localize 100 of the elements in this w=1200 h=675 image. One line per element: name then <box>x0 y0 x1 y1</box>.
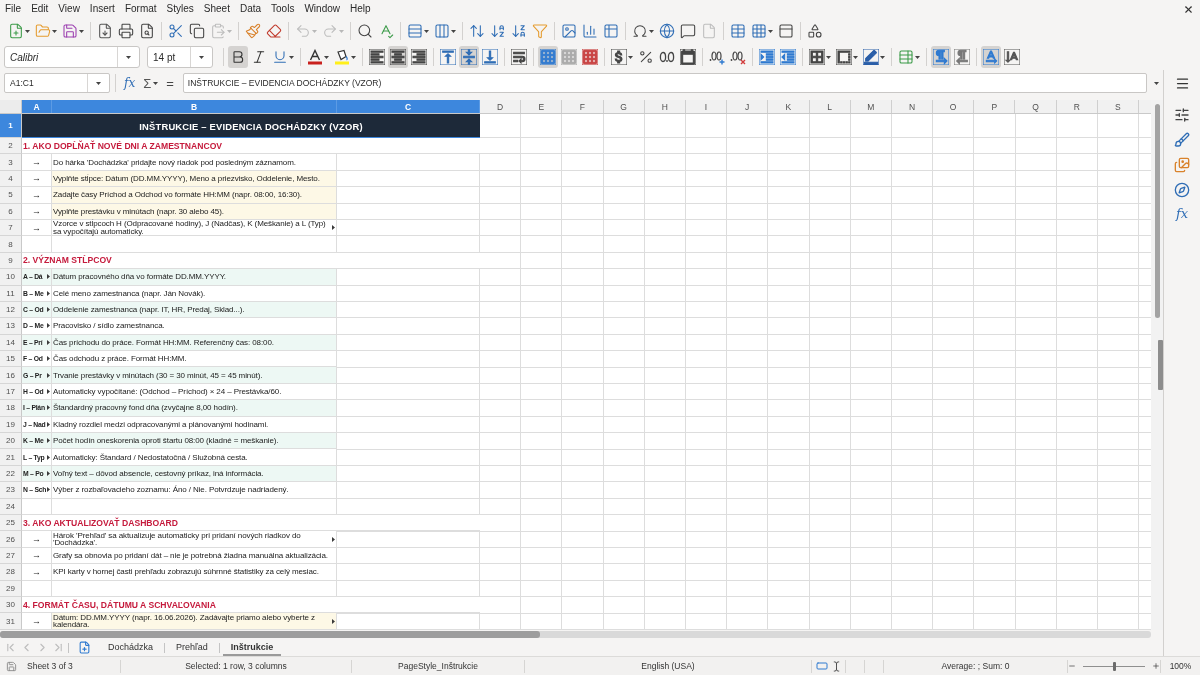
zoom-percent: 100% <box>1169 661 1192 671</box>
cell-text: Voľný text – dôvod absencie, cestovný príkaz, iná informácia. <box>53 469 264 478</box>
slider-thumb[interactable] <box>1112 661 1116 671</box>
cell-text: Vyplňte stĺpce: Dátum (DD.MM.YYYY), Meno a priezvisko, Oddelenie, Mesto. <box>53 173 320 183</box>
toolbar-button[interactable] <box>834 46 860 68</box>
row-header[interactable]: 3 <box>0 154 22 171</box>
sidebar-handle[interactable] <box>1158 340 1163 390</box>
sum-button[interactable]: Σ <box>140 73 162 93</box>
menu-item[interactable]: Window <box>299 1 345 17</box>
functions-tab[interactable]: fx <box>1173 207 1191 220</box>
toolbar-button[interactable] <box>509 46 529 68</box>
row-header[interactable]: 20 <box>0 433 22 450</box>
align-center-icon <box>390 49 406 65</box>
toolbar-button[interactable] <box>807 46 833 68</box>
row-header[interactable]: 23 <box>0 482 22 499</box>
row-header[interactable]: 13 <box>0 318 22 335</box>
scrollbar-thumb[interactable] <box>1154 104 1160 318</box>
font-size-combobox[interactable]: 14 pt <box>147 46 213 68</box>
delete-decimal-icon <box>730 49 746 65</box>
toolbar-button[interactable] <box>228 46 248 68</box>
row-header[interactable]: 1 <box>0 114 22 138</box>
add-sheet-icon[interactable] <box>78 641 91 654</box>
row-header[interactable]: 8 <box>0 236 22 253</box>
scrollbar-thumb[interactable] <box>0 631 540 638</box>
menu-item[interactable]: Data <box>234 1 267 17</box>
toolbar-button[interactable] <box>409 46 429 68</box>
compass-icon[interactable] <box>1174 182 1190 198</box>
overflow-arrow-icon <box>47 454 50 460</box>
columns-icon <box>434 23 450 39</box>
formula-input[interactable]: INŠTRUKCIE – EVIDENCIA DOCHÁDZKY (VZOR) <box>182 73 1147 93</box>
toolbar-button[interactable] <box>609 46 635 68</box>
row-header[interactable]: 21 <box>0 449 22 466</box>
menu-icon[interactable] <box>1174 75 1190 91</box>
text-vertical-icon <box>1004 49 1020 65</box>
align-left-icon <box>369 49 385 65</box>
row-header[interactable]: 28 <box>0 564 22 581</box>
toolbar-button[interactable] <box>438 46 458 68</box>
function-wizard-button[interactable]: fx <box>121 73 139 93</box>
row-header[interactable]: 31 <box>0 613 22 630</box>
sheet-tab[interactable]: Prehľad <box>168 639 216 656</box>
overflow-arrow-icon <box>47 290 50 296</box>
number-format-icon <box>659 49 675 65</box>
column-header[interactable]: C <box>337 100 480 113</box>
overflow-arrow-icon <box>47 471 50 476</box>
sliders-icon[interactable] <box>1174 107 1190 123</box>
close-icon[interactable] <box>1183 3 1194 15</box>
cell-text: Vzorce v stĺpcoch H (Odpracované hodiny), J (Nadčas), K (Meškanie) a L (Typ) sa vypočítajú automaticky. <box>53 220 327 236</box>
row-header[interactable]: 16 <box>0 367 22 384</box>
overflow-arrow-icon <box>332 225 335 231</box>
search-icon <box>357 23 373 39</box>
menu-item[interactable]: Format <box>119 1 162 17</box>
menu-item[interactable]: File <box>0 1 27 17</box>
selection-summary: Average: ; Sum: 0 <box>941 661 1010 671</box>
toolbar-button[interactable] <box>1002 46 1022 68</box>
toolbar-button[interactable] <box>367 46 387 68</box>
align-top-icon <box>440 49 456 65</box>
column-header[interactable]: B <box>52 100 337 113</box>
formula-button[interactable]: = <box>163 73 177 93</box>
row-header[interactable]: 2 <box>0 138 22 155</box>
images-icon[interactable] <box>1174 157 1190 173</box>
language-status: English (USA) <box>641 661 695 671</box>
menu-item[interactable]: Styles <box>161 1 199 17</box>
menu-item[interactable]: Sheet <box>198 1 235 17</box>
toolbar-button[interactable] <box>678 46 698 68</box>
image-icon <box>561 23 577 39</box>
caret-icon <box>768 29 773 33</box>
menu-item[interactable]: Edit <box>26 1 54 17</box>
scrollbar[interactable] <box>0 631 1151 638</box>
paragraph-arrow-icon <box>954 49 970 65</box>
undo-icon <box>295 23 311 39</box>
font-color-icon <box>307 49 323 65</box>
page-style: PageStyle_Inštrukcie <box>398 661 478 671</box>
menu-item[interactable]: View <box>53 1 85 17</box>
row-header[interactable]: 18 <box>0 400 22 417</box>
cell-text: Trvanie prestávky v minútach (30 = 30 minút, 45 = 45 minút). <box>53 370 263 380</box>
printer-icon <box>118 23 134 39</box>
row-header[interactable]: 5 <box>0 187 22 204</box>
toolbar-button[interactable] <box>480 46 500 68</box>
row-header[interactable]: 26 <box>0 531 22 548</box>
spellcheck-icon <box>378 23 394 39</box>
font-name-combobox[interactable]: Calibri <box>4 46 140 68</box>
cell-text: Štandardný pracovný fond dňa (zvyčajne 8,00 hodín). <box>53 403 238 413</box>
name-box[interactable]: A1:C1 <box>4 73 110 93</box>
file-download-icon <box>97 23 113 39</box>
row-header[interactable]: 10 <box>0 269 22 286</box>
overflow-arrow-icon <box>47 307 50 313</box>
overflow-arrow-icon <box>47 323 50 329</box>
column-header[interactable]: A <box>22 100 52 113</box>
brush-icon[interactable] <box>1174 132 1190 148</box>
menu-item[interactable]: Help <box>345 1 376 17</box>
overflow-arrow-icon <box>47 339 50 345</box>
caret-icon <box>126 55 131 59</box>
sheet-tab[interactable]: Dochádzka <box>100 639 162 656</box>
menu-item[interactable]: Tools <box>266 1 300 17</box>
row-header[interactable]: 15 <box>0 351 22 368</box>
toolbar-button[interactable] <box>388 46 408 68</box>
overflow-arrow-icon <box>47 372 50 378</box>
toolbar-button[interactable] <box>861 46 887 68</box>
zoom-in-icon[interactable] <box>1152 661 1160 671</box>
menu-item[interactable]: Insert <box>84 1 120 17</box>
